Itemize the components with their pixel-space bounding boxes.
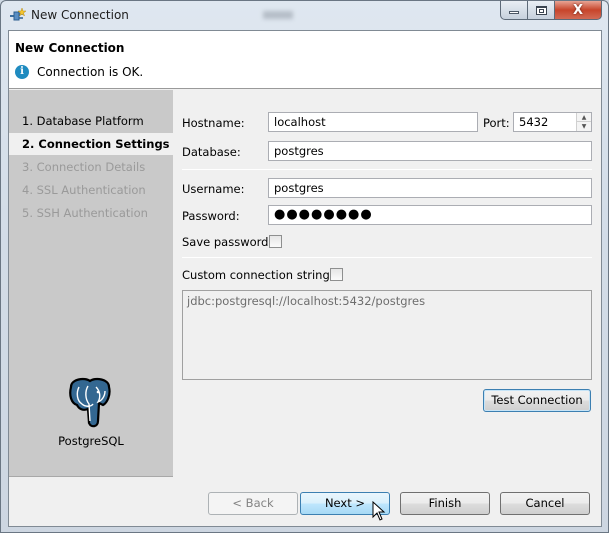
close-button[interactable]: X xyxy=(555,1,602,20)
dialog-client-area: New Connection i Connection is OK. 1. Da… xyxy=(8,30,602,527)
save-password-checkbox[interactable] xyxy=(269,235,282,248)
spin-up-icon[interactable]: ▲ xyxy=(577,113,591,122)
dialog-window: New Connection X New Connection i Connec… xyxy=(0,0,609,533)
port-spinner[interactable]: 5432 ▲ ▼ xyxy=(513,112,592,132)
port-spin-buttons[interactable]: ▲ ▼ xyxy=(576,113,591,131)
close-icon: X xyxy=(572,2,584,18)
connection-settings-form: Hostname: localhost Port: 5432 ▲ ▼ Datab… xyxy=(173,90,601,477)
status-message: Connection is OK. xyxy=(37,65,144,79)
step-connection-settings[interactable]: 2. Connection Settings xyxy=(9,133,173,155)
maximize-icon xyxy=(535,5,547,15)
info-icon: i xyxy=(15,65,29,79)
database-label: Database: xyxy=(182,145,241,159)
password-label: Password: xyxy=(182,209,240,223)
port-label: Port: xyxy=(483,116,510,130)
finish-button[interactable]: Finish xyxy=(400,492,490,515)
save-password-label: Save password: xyxy=(182,235,273,249)
database-input[interactable]: postgres xyxy=(268,141,592,161)
wizard-steps-sidebar: 1. Database Platform 2. Connection Setti… xyxy=(9,90,173,477)
step-ssl-authentication: 4. SSL Authentication xyxy=(22,183,146,197)
password-input[interactable]: ●●●●●●●● xyxy=(268,205,592,225)
custom-connection-string-label: Custom connection string: xyxy=(182,268,334,282)
port-value: 5432 xyxy=(519,115,549,129)
hostname-input[interactable]: localhost xyxy=(268,112,478,132)
title-bar[interactable]: New Connection X xyxy=(1,1,608,30)
step-database-platform[interactable]: 1. Database Platform xyxy=(9,110,173,132)
caption-buttons: X xyxy=(500,1,602,21)
separator xyxy=(182,257,592,258)
postgresql-elephant-icon xyxy=(69,377,111,428)
step-ssh-authentication: 5. SSH Authentication xyxy=(22,206,148,220)
maximize-button[interactable] xyxy=(528,1,555,20)
test-connection-button[interactable]: Test Connection xyxy=(483,389,591,412)
mouse-pointer-icon xyxy=(372,501,386,521)
username-label: Username: xyxy=(182,182,245,196)
new-connection-app-icon xyxy=(10,7,27,21)
minimize-button[interactable] xyxy=(500,1,528,20)
wizard-header: New Connection i Connection is OK. xyxy=(9,31,601,89)
window-title: New Connection xyxy=(31,8,129,22)
hostname-label: Hostname: xyxy=(182,116,245,130)
wizard-footer: < Back Next > Finish Cancel xyxy=(9,478,601,526)
cancel-button[interactable]: Cancel xyxy=(500,492,590,515)
platform-label: PostgreSQL xyxy=(58,434,124,448)
spin-down-icon[interactable]: ▼ xyxy=(577,122,591,131)
username-input[interactable]: postgres xyxy=(268,178,592,198)
separator xyxy=(182,169,592,170)
wizard-title: New Connection xyxy=(15,41,125,55)
custom-connection-string-checkbox[interactable] xyxy=(330,268,343,281)
minimize-icon xyxy=(509,11,519,14)
connection-string-textarea[interactable]: jdbc:postgresql://localhost:5432/postgre… xyxy=(182,290,592,380)
step-connection-details: 3. Connection Details xyxy=(22,160,146,174)
back-button[interactable]: < Back xyxy=(208,492,298,515)
blurred-background-title xyxy=(263,11,293,19)
